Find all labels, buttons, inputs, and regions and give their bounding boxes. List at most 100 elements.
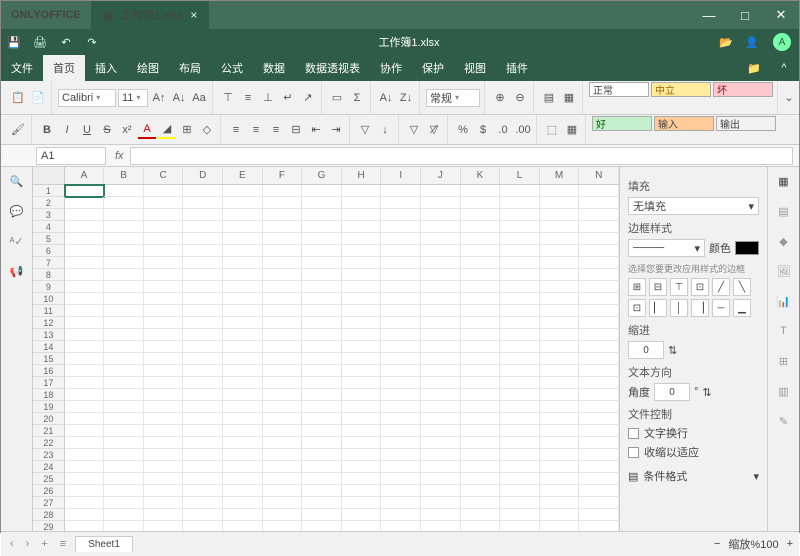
cell[interactable]: [579, 437, 619, 449]
cell[interactable]: [302, 233, 342, 245]
cell[interactable]: [144, 269, 184, 281]
cell[interactable]: [381, 257, 421, 269]
col-header-G[interactable]: G: [302, 167, 342, 184]
row-header[interactable]: 10: [33, 293, 65, 305]
cell[interactable]: [263, 257, 303, 269]
row-header[interactable]: 13: [33, 329, 65, 341]
cell[interactable]: [104, 185, 144, 197]
bold-button[interactable]: B: [38, 121, 56, 139]
cell[interactable]: [263, 497, 303, 509]
format-table-icon[interactable]: ▦: [560, 89, 578, 107]
col-header-B[interactable]: B: [104, 167, 144, 184]
cell[interactable]: [144, 353, 184, 365]
percent-icon[interactable]: %: [454, 121, 472, 139]
cell[interactable]: [381, 293, 421, 305]
cell[interactable]: [263, 425, 303, 437]
cell[interactable]: [183, 281, 223, 293]
cell[interactable]: [223, 425, 263, 437]
align-middle-icon[interactable]: ≡: [239, 89, 257, 107]
cell[interactable]: [421, 485, 461, 497]
row-header[interactable]: 15: [33, 353, 65, 365]
cell[interactable]: [65, 389, 105, 401]
style-bad[interactable]: 坏: [713, 82, 773, 97]
cell[interactable]: [461, 185, 501, 197]
cell[interactable]: [223, 401, 263, 413]
indent-dec-icon[interactable]: ⇤: [307, 121, 325, 139]
cell[interactable]: [342, 197, 382, 209]
cell[interactable]: [500, 257, 540, 269]
cell[interactable]: [144, 329, 184, 341]
spreadsheet-grid[interactable]: ABCDEFGHIJKLMN 1234567891011121314151617…: [33, 167, 619, 531]
font-color-icon[interactable]: A: [138, 121, 156, 139]
cell[interactable]: [461, 209, 501, 221]
cell[interactable]: [381, 425, 421, 437]
cell[interactable]: [381, 353, 421, 365]
cell[interactable]: [223, 209, 263, 221]
cell[interactable]: [421, 197, 461, 209]
row-header[interactable]: 24: [33, 461, 65, 473]
cell[interactable]: [540, 341, 580, 353]
cell[interactable]: [263, 293, 303, 305]
sheet-tab-1[interactable]: Sheet1: [75, 536, 133, 552]
cell[interactable]: [342, 305, 382, 317]
cell[interactable]: [540, 509, 580, 521]
cell[interactable]: [144, 473, 184, 485]
cell[interactable]: [223, 437, 263, 449]
styles-dropdown-icon[interactable]: ⌄: [780, 89, 798, 107]
cell[interactable]: [579, 473, 619, 485]
cell[interactable]: [302, 401, 342, 413]
cell[interactable]: [223, 317, 263, 329]
tab-home[interactable]: 首页: [43, 55, 85, 81]
cell[interactable]: [302, 425, 342, 437]
cell[interactable]: [263, 221, 303, 233]
cell[interactable]: [65, 293, 105, 305]
border-diag-down-icon[interactable]: ╲: [733, 278, 751, 296]
cell[interactable]: [500, 509, 540, 521]
cell[interactable]: [381, 473, 421, 485]
cell[interactable]: [104, 257, 144, 269]
cell[interactable]: [144, 425, 184, 437]
style-good[interactable]: 好: [592, 116, 652, 131]
cell[interactable]: [381, 209, 421, 221]
cell[interactable]: [263, 209, 303, 221]
cell[interactable]: [104, 365, 144, 377]
cell[interactable]: [223, 233, 263, 245]
cell[interactable]: [65, 377, 105, 389]
cell[interactable]: [461, 197, 501, 209]
tab-collab[interactable]: 协作: [370, 55, 412, 81]
cell[interactable]: [421, 389, 461, 401]
cell[interactable]: [461, 269, 501, 281]
cell[interactable]: [104, 221, 144, 233]
row-header[interactable]: 28: [33, 509, 65, 521]
row-header[interactable]: 7: [33, 257, 65, 269]
cell[interactable]: [381, 269, 421, 281]
cell[interactable]: [342, 221, 382, 233]
cell[interactable]: [65, 317, 105, 329]
cell[interactable]: [381, 461, 421, 473]
cell[interactable]: [540, 209, 580, 221]
cell[interactable]: [579, 389, 619, 401]
cell[interactable]: [223, 269, 263, 281]
cell[interactable]: [65, 257, 105, 269]
cell[interactable]: [500, 521, 540, 531]
col-header-N[interactable]: N: [579, 167, 619, 184]
cell[interactable]: [421, 221, 461, 233]
cell[interactable]: [342, 185, 382, 197]
cell[interactable]: [381, 389, 421, 401]
cell[interactable]: [421, 377, 461, 389]
cell[interactable]: [500, 449, 540, 461]
cell[interactable]: [579, 221, 619, 233]
cell[interactable]: [540, 377, 580, 389]
row-header[interactable]: 26: [33, 485, 65, 497]
cell[interactable]: [223, 461, 263, 473]
cell[interactable]: [144, 341, 184, 353]
cell[interactable]: [461, 401, 501, 413]
cell[interactable]: [223, 245, 263, 257]
align-top-icon[interactable]: ⊤: [219, 89, 237, 107]
cell[interactable]: [183, 197, 223, 209]
cell[interactable]: [183, 305, 223, 317]
cell[interactable]: [461, 521, 501, 531]
cell[interactable]: [540, 401, 580, 413]
cell[interactable]: [223, 341, 263, 353]
cell[interactable]: [183, 389, 223, 401]
